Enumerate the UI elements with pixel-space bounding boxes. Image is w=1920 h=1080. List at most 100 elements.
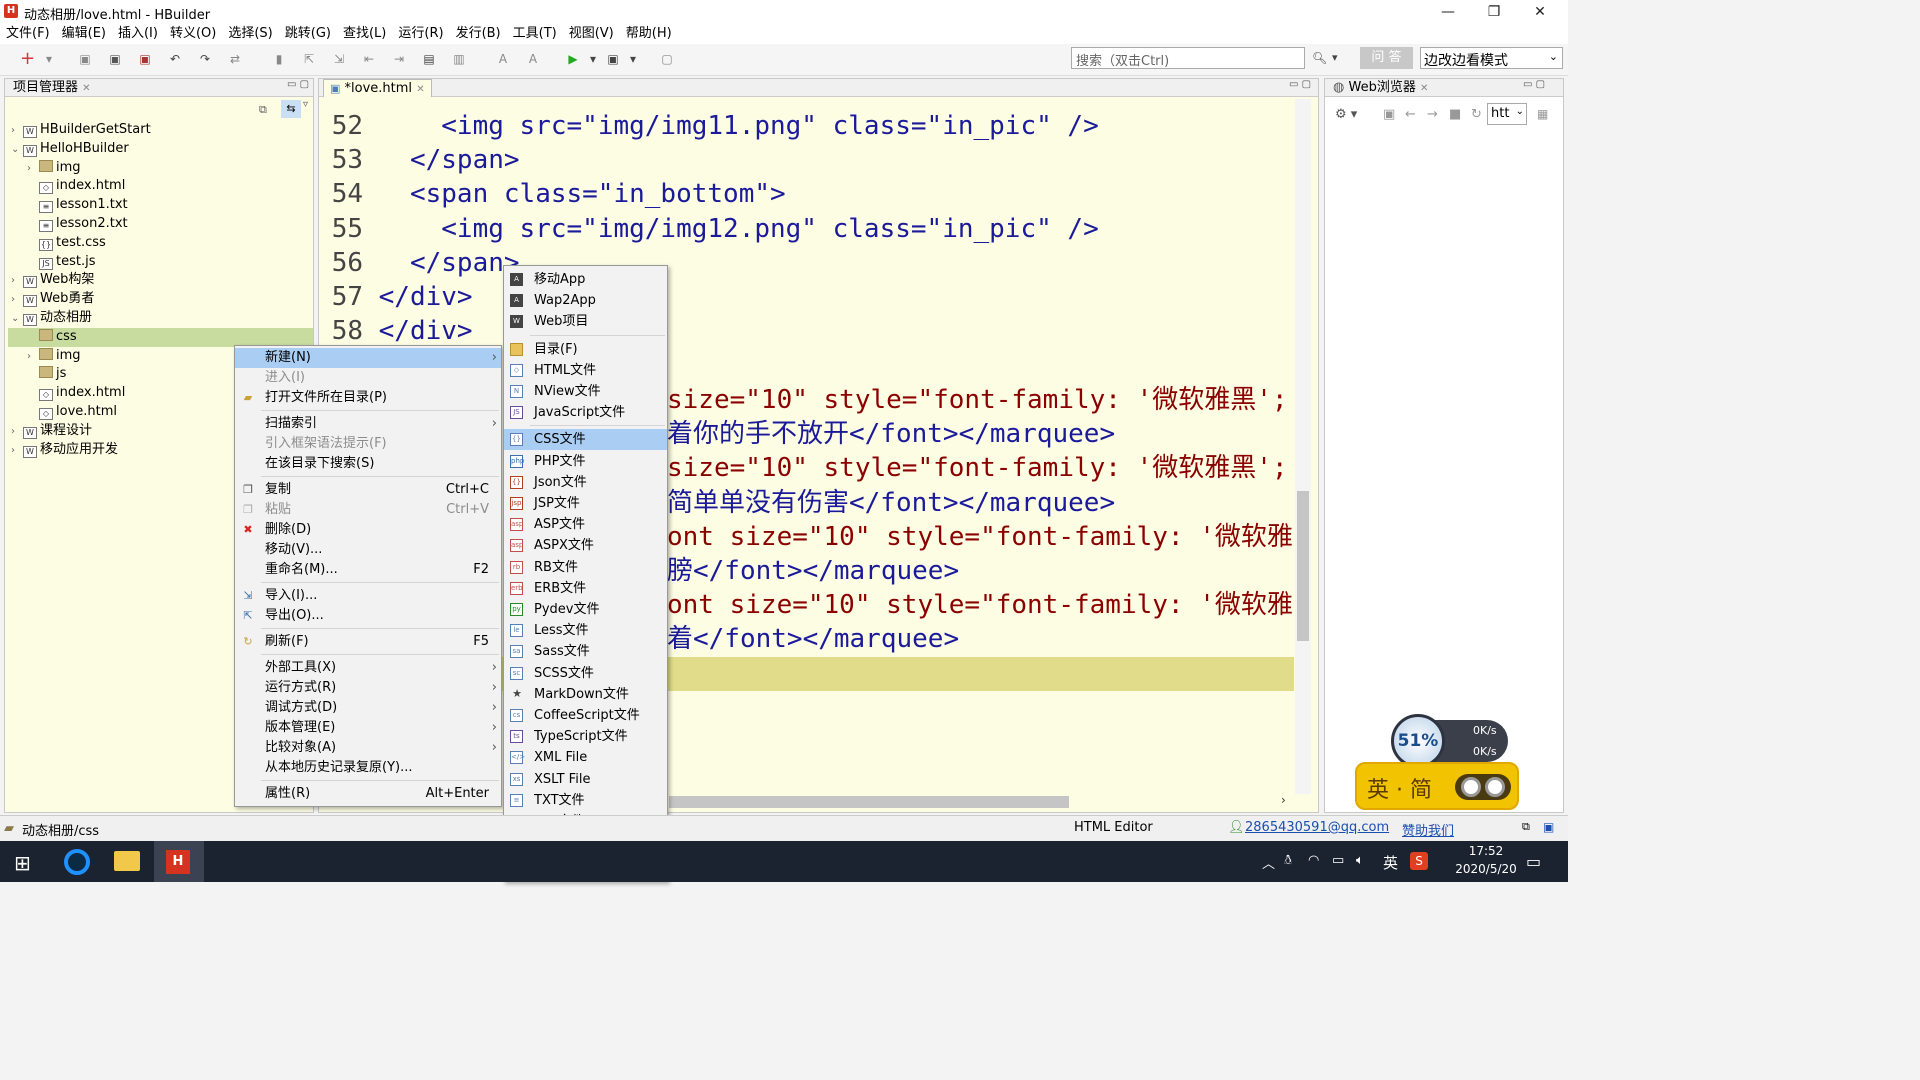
tree-item[interactable]: › W Web勇者 bbox=[11, 290, 94, 309]
close-icon[interactable]: ✕ bbox=[1420, 83, 1428, 94]
windows-start-icon[interactable]: ⊞ bbox=[14, 851, 31, 875]
expand-arrow-icon[interactable]: ⌄ bbox=[11, 310, 23, 328]
qq-icon[interactable]: 🐧︎ bbox=[1284, 853, 1292, 869]
bookmark-icon[interactable]: ▮ bbox=[272, 52, 286, 66]
window-icon[interactable]: ⧉ bbox=[1522, 820, 1530, 834]
tree-item[interactable]: › W Web构架 bbox=[11, 271, 94, 290]
forward-icon[interactable]: → bbox=[1427, 107, 1438, 122]
menu-item[interactable]: 帮助(H) bbox=[626, 24, 672, 44]
browser-preview-icon[interactable]: ▥ bbox=[452, 52, 466, 66]
expand-arrow-icon[interactable]: › bbox=[11, 272, 23, 290]
new-submenu-item[interactable]: php PHP文件 bbox=[504, 451, 667, 472]
gear-icon[interactable]: ⚙ ▾ bbox=[1335, 107, 1357, 122]
new-submenu-item[interactable]: jsp JSP文件 bbox=[504, 493, 667, 514]
expand-arrow-icon[interactable]: › bbox=[27, 160, 39, 178]
context-menu-item[interactable]: ⇲ 导入(I)... bbox=[235, 586, 501, 606]
clock-date[interactable]: 2020/5/20 bbox=[1440, 862, 1532, 876]
format-icon[interactable]: ⇄ bbox=[228, 52, 242, 66]
console-icon[interactable]: ▣ bbox=[1383, 107, 1395, 122]
new-submenu-item[interactable]: xs XSLT File bbox=[504, 769, 667, 790]
new-submenu-item[interactable]: ≡ TXT文件 bbox=[504, 790, 667, 811]
minimize-button[interactable]: — bbox=[1425, 0, 1471, 24]
new-submenu-item[interactable]: ★ MarkDown文件 bbox=[504, 684, 667, 705]
tray-chevron-up-icon[interactable]: ︿ bbox=[1262, 853, 1275, 872]
maximize-icon[interactable]: ▭ ▢ bbox=[1289, 79, 1311, 90]
publish-icon[interactable]: ▣ bbox=[606, 52, 620, 66]
url-input[interactable]: htt ⌄ bbox=[1487, 103, 1527, 125]
sponsor-link[interactable]: 赞助我们 bbox=[1402, 820, 1454, 839]
link-editor-icon[interactable]: ⇆ bbox=[281, 100, 301, 118]
context-menu-item[interactable]: 在该目录下搜索(S) bbox=[235, 454, 501, 474]
context-menu-item[interactable]: 版本管理(E) › bbox=[235, 718, 501, 738]
tree-item[interactable]: JS test.js bbox=[27, 253, 95, 272]
context-menu-item[interactable]: 移动(V)... bbox=[235, 540, 501, 560]
mode-select[interactable]: 边改边看模式 ⌄ bbox=[1420, 47, 1563, 69]
monitor-icon[interactable]: ▣ bbox=[1543, 820, 1554, 834]
notification-icon[interactable]: ▭ bbox=[1526, 852, 1541, 871]
minimize-icon[interactable]: ▭ ▢ bbox=[287, 79, 309, 90]
collapse-all-icon[interactable]: ⧉ bbox=[259, 103, 267, 117]
menu-item[interactable]: 查找(L) bbox=[343, 24, 386, 44]
expand-arrow-icon[interactable]: › bbox=[11, 122, 23, 140]
context-menu-item[interactable]: ✖ 删除(D) bbox=[235, 520, 501, 540]
device-icon[interactable]: ▦ bbox=[1537, 107, 1548, 121]
menu-item[interactable]: 选择(S) bbox=[228, 24, 272, 44]
save-all-icon[interactable]: ▣ bbox=[108, 52, 122, 66]
chevron-down-icon[interactable]: ▿ bbox=[303, 99, 308, 110]
editor-tab-love-html[interactable]: ▣ *love.html ✕ bbox=[323, 79, 432, 97]
new-submenu-item[interactable]: W Web项目 bbox=[504, 311, 667, 332]
context-menu-item[interactable]: 属性(R) Alt+Enter bbox=[235, 784, 501, 804]
new-submenu-item[interactable]: N NView文件 bbox=[504, 381, 667, 402]
sogou-ime-icon[interactable]: S bbox=[1410, 852, 1428, 870]
search-icon[interactable] bbox=[64, 849, 90, 875]
tree-item[interactable]: › img bbox=[27, 159, 81, 178]
expand-arrow-icon[interactable]: › bbox=[11, 442, 23, 460]
volume-icon[interactable]: 🔈︎ bbox=[1356, 853, 1364, 868]
expand-arrow-icon[interactable]: › bbox=[11, 291, 23, 309]
revert-icon[interactable]: ▣ bbox=[138, 52, 152, 66]
new-submenu-item[interactable]: ts TypeScript文件 bbox=[504, 726, 667, 747]
search-icon[interactable]: 🔍︎ bbox=[1312, 51, 1327, 65]
menu-item[interactable]: 转义(O) bbox=[170, 24, 216, 44]
tree-item[interactable]: {} test.css bbox=[27, 234, 106, 253]
new-submenu-item[interactable]: JS JavaScript文件 bbox=[504, 402, 667, 423]
new-submenu-item[interactable]: </> XML File bbox=[504, 747, 667, 768]
save-icon[interactable]: ▣ bbox=[78, 52, 92, 66]
new-submenu-item[interactable]: sc SCSS文件 bbox=[504, 663, 667, 684]
network-widget[interactable]: 51% 0K/s 0K/s 英 · 简 bbox=[1355, 712, 1520, 812]
maximize-icon[interactable]: ▭ ▢ bbox=[1523, 79, 1545, 90]
tree-item[interactable]: › img bbox=[27, 347, 81, 366]
expand-arrow-icon[interactable]: ⌄ bbox=[11, 141, 23, 159]
menu-item[interactable]: 发行(B) bbox=[456, 24, 501, 44]
menu-item[interactable]: 工具(T) bbox=[513, 24, 557, 44]
menu-item[interactable]: 视图(V) bbox=[569, 24, 614, 44]
tree-item[interactable]: css bbox=[27, 328, 77, 347]
tree-item[interactable]: › W 课程设计 bbox=[11, 422, 92, 441]
font-increase-icon[interactable]: A bbox=[496, 52, 510, 66]
wifi-icon[interactable]: ◠ bbox=[1308, 853, 1319, 868]
indent-left-icon[interactable]: ⇤ bbox=[362, 52, 376, 66]
menu-item[interactable]: 跳转(G) bbox=[285, 24, 331, 44]
new-submenu-item[interactable]: py Pydev文件 bbox=[504, 599, 667, 620]
preview-icon[interactable]: ▤ bbox=[422, 52, 436, 66]
scrollbar-thumb[interactable] bbox=[1297, 491, 1309, 641]
tree-item[interactable]: ◇ index.html bbox=[27, 177, 125, 196]
ask-button[interactable]: 问 答 bbox=[1360, 47, 1413, 69]
tree-item[interactable]: ≡ lesson2.txt bbox=[27, 215, 128, 234]
context-menu-item[interactable]: 比较对象(A) › bbox=[235, 738, 501, 758]
new-submenu-item[interactable]: rb RB文件 bbox=[504, 557, 667, 578]
context-menu-item[interactable]: ▰ 打开文件所在目录(P) bbox=[235, 388, 501, 408]
battery-icon[interactable]: ▭ bbox=[1332, 853, 1344, 868]
ime-toolbar[interactable]: 英 · 简 bbox=[1355, 762, 1519, 810]
new-submenu-item[interactable]: A 移动App bbox=[504, 269, 667, 290]
chevron-right-icon[interactable]: › bbox=[1281, 793, 1286, 807]
prev-bookmark-icon[interactable]: ⇱ bbox=[302, 52, 316, 66]
chevron-down-icon[interactable]: ▾ bbox=[1332, 51, 1338, 64]
close-icon[interactable]: ✕ bbox=[416, 84, 424, 95]
new-submenu-item[interactable]: asp ASP文件 bbox=[504, 514, 667, 535]
next-bookmark-icon[interactable]: ⇲ bbox=[332, 52, 346, 66]
run-icon[interactable]: ▶ bbox=[566, 52, 580, 66]
undo-icon[interactable]: ↶ bbox=[168, 52, 182, 66]
new-submenu-item[interactable]: A Wap2App bbox=[504, 290, 667, 311]
tree-item[interactable]: ≡ lesson1.txt bbox=[27, 196, 128, 215]
